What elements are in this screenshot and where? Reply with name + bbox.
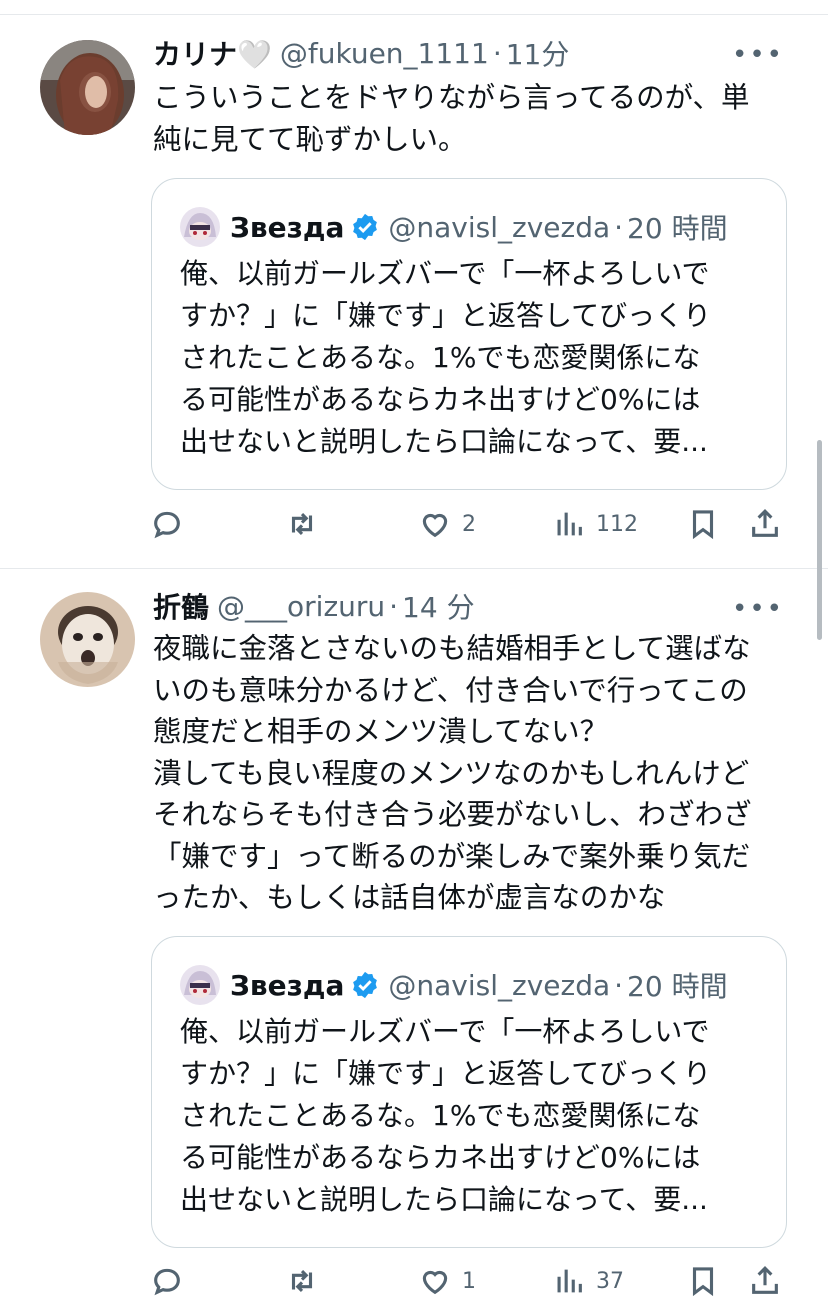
quoted-display-name: Звезда (230, 968, 345, 1002)
share-icon (752, 1266, 778, 1294)
user-handle[interactable]: @___orizuru (217, 590, 385, 623)
action-bar: 2 112 (150, 502, 790, 546)
share-icon (752, 509, 778, 537)
reply-icon (154, 1268, 180, 1296)
like-count: 1 (462, 1268, 476, 1294)
quoted-avatar (180, 965, 220, 1005)
avatar[interactable] (40, 592, 135, 687)
retweet-button[interactable] (285, 502, 319, 546)
retweet-button[interactable] (285, 1259, 319, 1303)
verified-badge-icon (353, 213, 378, 241)
like-button[interactable]: 1 (418, 1259, 476, 1303)
action-bar: 1 37 (150, 1259, 790, 1303)
retweet-icon (291, 1269, 313, 1293)
separator-dot: · (492, 36, 502, 70)
separator-dot: · (389, 589, 399, 623)
like-icon (422, 1270, 448, 1295)
display-name[interactable]: 折鶴 (153, 586, 209, 626)
quoted-text: 俺、以前ガールズバーで「一杯よろしいで すか？」に「嫌です」と返答してびっくり … (180, 1015, 712, 1216)
reply-button[interactable] (150, 502, 184, 546)
quoted-avatar (180, 207, 220, 247)
views-button[interactable]: 112 (552, 502, 638, 546)
tweet[interactable]: 折鶴 @___orizuru · 14 分 ••• 夜職に金落とさないのも結婚相… (0, 570, 828, 1310)
tweet-text: こういうことをドヤりながら言ってるのが、単 純に見てて恥ずかしい。 (153, 81, 750, 156)
retweet-icon (291, 512, 313, 536)
bookmark-button[interactable] (686, 502, 720, 546)
quoted-tweet[interactable]: Звезда @navisl_zvezda · 20 時間 俺、以前ガールズバー… (151, 178, 787, 490)
bookmark-button[interactable] (686, 1259, 720, 1303)
like-button[interactable]: 2 (418, 502, 476, 546)
avatar[interactable] (40, 40, 135, 135)
separator-dot: · (614, 210, 624, 244)
quoted-header: Звезда @navisl_zvezda · 20 時間 (180, 207, 728, 247)
more-icon[interactable]: ••• (732, 594, 784, 624)
tweet-divider (0, 568, 828, 569)
bookmark-icon (692, 1267, 714, 1297)
quoted-text: 俺、以前ガールズバーで「一杯よろしいで すか？」に「嫌です」と返答してびっくり … (180, 257, 712, 458)
quoted-display-name: Звезда (230, 210, 345, 244)
reply-button[interactable] (150, 1259, 184, 1303)
share-button[interactable] (748, 1259, 782, 1303)
views-icon (557, 512, 582, 536)
tweet-header: 折鶴 @___orizuru · 14 分 (153, 584, 475, 628)
quoted-timestamp: 20 時間 (627, 212, 728, 245)
quoted-timestamp: 20 時間 (627, 970, 728, 1003)
view-count: 112 (596, 511, 638, 537)
separator-dot: · (614, 968, 624, 1002)
scrollbar[interactable] (817, 440, 822, 640)
like-count: 2 (462, 511, 476, 537)
bookmark-icon (692, 510, 714, 540)
tweet[interactable]: カリナ🤍 @fukuen_1111 · 11分 ••• こういうことをドヤりなが… (0, 0, 828, 568)
view-count: 37 (596, 1268, 624, 1294)
reply-icon (154, 511, 180, 539)
timestamp[interactable]: 11分 (506, 33, 570, 73)
views-button[interactable]: 37 (552, 1259, 624, 1303)
like-icon (422, 513, 448, 538)
views-icon (557, 1269, 582, 1293)
tweet-text: 夜職に金落とさないのも結婚相手として選ばな いのも意味分かるけど、付き合いで行っ… (153, 632, 752, 914)
more-icon[interactable]: ••• (732, 40, 784, 70)
quoted-header: Звезда @navisl_zvezda · 20 時間 (180, 965, 728, 1005)
timestamp[interactable]: 14 分 (402, 586, 475, 626)
display-name[interactable]: カリナ🤍 (153, 33, 272, 73)
share-button[interactable] (748, 502, 782, 546)
tweet-header: カリナ🤍 @fukuen_1111 · 11分 (153, 31, 569, 75)
verified-badge-icon (353, 971, 378, 999)
quoted-tweet[interactable]: Звезда @navisl_zvezda · 20 時間 俺、以前ガールズバー… (151, 936, 787, 1248)
user-handle[interactable]: @fukuen_1111 (280, 37, 489, 70)
quoted-handle: @navisl_zvezda (388, 968, 611, 1002)
quoted-handle: @navisl_zvezda (388, 210, 611, 244)
